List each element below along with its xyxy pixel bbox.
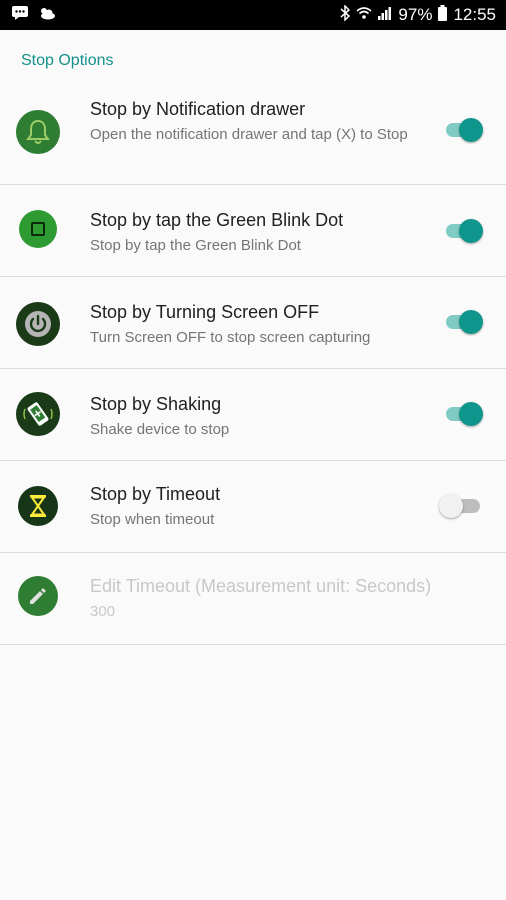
pref-stop-shaking[interactable]: Stop by Shaking Shake device to stop: [0, 370, 506, 461]
pref-summary: Stop by tap the Green Blink Dot: [90, 237, 301, 254]
status-bar: 97% 12:55: [0, 0, 506, 30]
power-icon: [16, 302, 60, 346]
pref-title: Stop by tap the Green Blink Dot: [90, 210, 344, 230]
wifi-icon: [356, 5, 372, 25]
hourglass-icon: [18, 486, 58, 526]
pref-edit-timeout[interactable]: Edit Timeout (Measurement unit: Seconds)…: [0, 554, 506, 645]
pref-stop-timeout[interactable]: Stop by Timeout Stop when timeout: [0, 462, 506, 553]
battery-icon: [438, 4, 448, 26]
message-icon: [12, 5, 28, 25]
pref-stop-notification-drawer[interactable]: Stop by Notification drawer Open the not…: [0, 94, 506, 185]
pref-summary: Stop when timeout: [90, 511, 215, 528]
pref-title: Edit Timeout (Measurement unit: Seconds): [90, 576, 432, 596]
signal-icon: [378, 5, 392, 25]
pref-summary: Turn Screen OFF to stop screen capturing: [90, 329, 371, 346]
pref-summary: Shake device to stop: [90, 421, 230, 438]
clock: 12:55: [453, 5, 496, 24]
pref-summary: Open the notification drawer and tap (X)…: [90, 126, 408, 143]
bell-icon: [16, 110, 60, 154]
toggle-switch[interactable]: [444, 308, 484, 336]
pref-title: Stop by Turning Screen OFF: [90, 302, 320, 322]
pref-title: Stop by Notification drawer: [90, 99, 306, 119]
green-dot-icon: [19, 210, 57, 248]
toggle-switch[interactable]: [444, 116, 484, 144]
pref-stop-screen-off[interactable]: Stop by Turning Screen OFF Turn Screen O…: [0, 278, 506, 369]
toggle-switch[interactable]: [439, 492, 484, 520]
bluetooth-icon: [340, 3, 351, 26]
section-header-stop-options: Stop Options: [21, 52, 114, 69]
pref-title: Stop by Timeout: [90, 484, 221, 504]
toggle-switch[interactable]: [444, 217, 484, 245]
pref-stop-green-blink-dot[interactable]: Stop by tap the Green Blink Dot Stop by …: [0, 186, 506, 277]
pencil-icon: [18, 576, 58, 616]
weather-cloud-icon: [38, 6, 56, 25]
toggle-switch[interactable]: [444, 400, 484, 428]
pref-title: Stop by Shaking: [90, 394, 222, 414]
battery-percent: 97%: [398, 5, 433, 24]
shake-phone-icon: [16, 392, 60, 436]
pref-summary: 300: [90, 603, 116, 620]
